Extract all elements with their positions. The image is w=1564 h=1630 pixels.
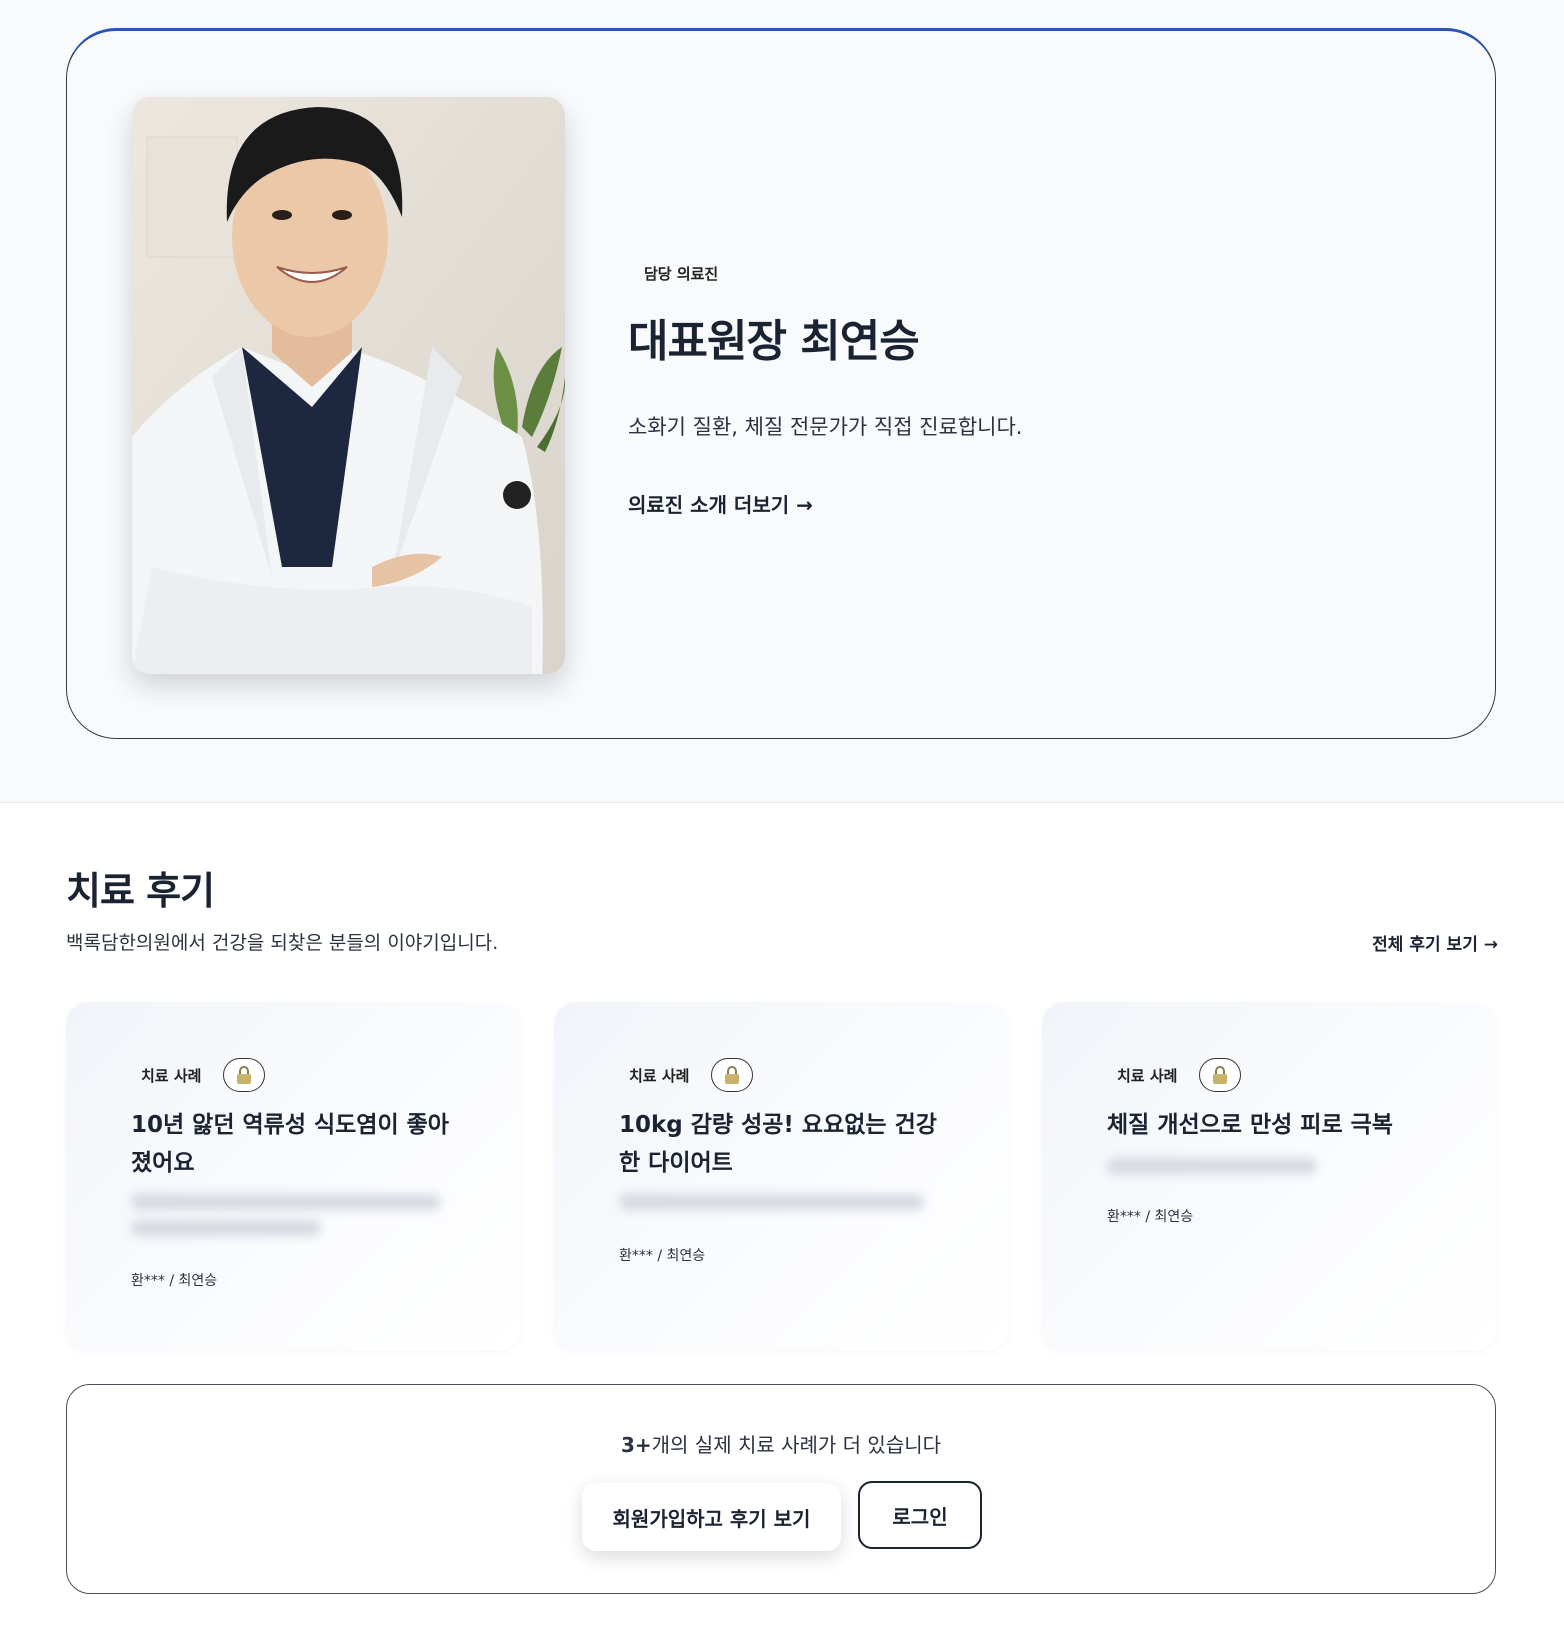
review-card[interactable]: 치료 사례 체질 개선으로 만성 피로 극복 환*** / 최연승	[1042, 1002, 1496, 1351]
doctor-name: 대표원장 최연승	[628, 316, 920, 367]
card-tag: 치료 사례	[629, 1066, 690, 1085]
cta-count: 3+	[620, 1433, 652, 1457]
doctor-card: 담당 의료진 대표원장 최연승 소화기 질환, 체질 전문가가 직접 진료합니다…	[66, 28, 1496, 739]
review-card[interactable]: 치료 사례 10년 앓던 역류성 식도염이 좋아졌어요 환*** / 최연승	[66, 1002, 520, 1351]
cta-text: 3+개의 실제 치료 사례가 더 있습니다	[67, 1429, 1495, 1458]
blurred-content	[131, 1194, 441, 1210]
lock-icon	[711, 1058, 754, 1092]
login-button[interactable]: 로그인	[858, 1481, 982, 1549]
doctor-badge: 담당 의료진	[644, 265, 719, 283]
lock-icon	[1199, 1058, 1242, 1092]
signup-button[interactable]: 회원가입하고 후기 보기	[582, 1483, 841, 1551]
doctor-more-link[interactable]: 의료진 소개 더보기 →	[628, 489, 928, 518]
card-title: 10년 앓던 역류성 식도염이 좋아졌어요	[131, 1112, 449, 1176]
doctor-photo	[132, 97, 565, 674]
reviews-title: 치료 후기	[66, 869, 215, 913]
blurred-content	[1107, 1158, 1317, 1174]
blurred-content	[619, 1194, 924, 1210]
reviews-subtitle: 백록담한의원에서 건강을 되찾은 분들의 이야기입니다.	[66, 932, 499, 954]
card-title: 10kg 감량 성공! 요요없는 건강한 다이어트	[619, 1112, 937, 1176]
card-author: 환*** / 최연승	[131, 1273, 218, 1289]
lock-icon	[223, 1058, 266, 1092]
cta-message: 개의 실제 치료 사례가 더 있습니다	[651, 1433, 942, 1457]
cta-box: 3+개의 실제 치료 사례가 더 있습니다 회원가입하고 후기 보기 로그인	[66, 1384, 1496, 1594]
doctor-section: 담당 의료진 대표원장 최연승 소화기 질환, 체질 전문가가 직접 진료합니다…	[0, 0, 1564, 803]
card-tag: 치료 사례	[1117, 1066, 1178, 1085]
card-tag-row: 치료 사례	[131, 1058, 266, 1092]
blurred-content	[131, 1220, 321, 1236]
card-author: 환*** / 최연승	[1107, 1209, 1194, 1225]
card-tag-row: 치료 사례	[1107, 1058, 1242, 1092]
review-card[interactable]: 치료 사례 10kg 감량 성공! 요요없는 건강한 다이어트 환*** / 최…	[554, 1002, 1008, 1351]
card-title: 체질 개선으로 만성 피로 극복	[1107, 1112, 1393, 1138]
card-author: 환*** / 최연승	[619, 1248, 706, 1264]
card-tag: 치료 사례	[141, 1066, 202, 1085]
view-all-reviews-link[interactable]: 전체 후기 보기 →	[1372, 930, 1498, 955]
card-tag-row: 치료 사례	[619, 1058, 754, 1092]
doctor-description: 소화기 질환, 체질 전문가가 직접 진료합니다.	[628, 415, 1023, 439]
